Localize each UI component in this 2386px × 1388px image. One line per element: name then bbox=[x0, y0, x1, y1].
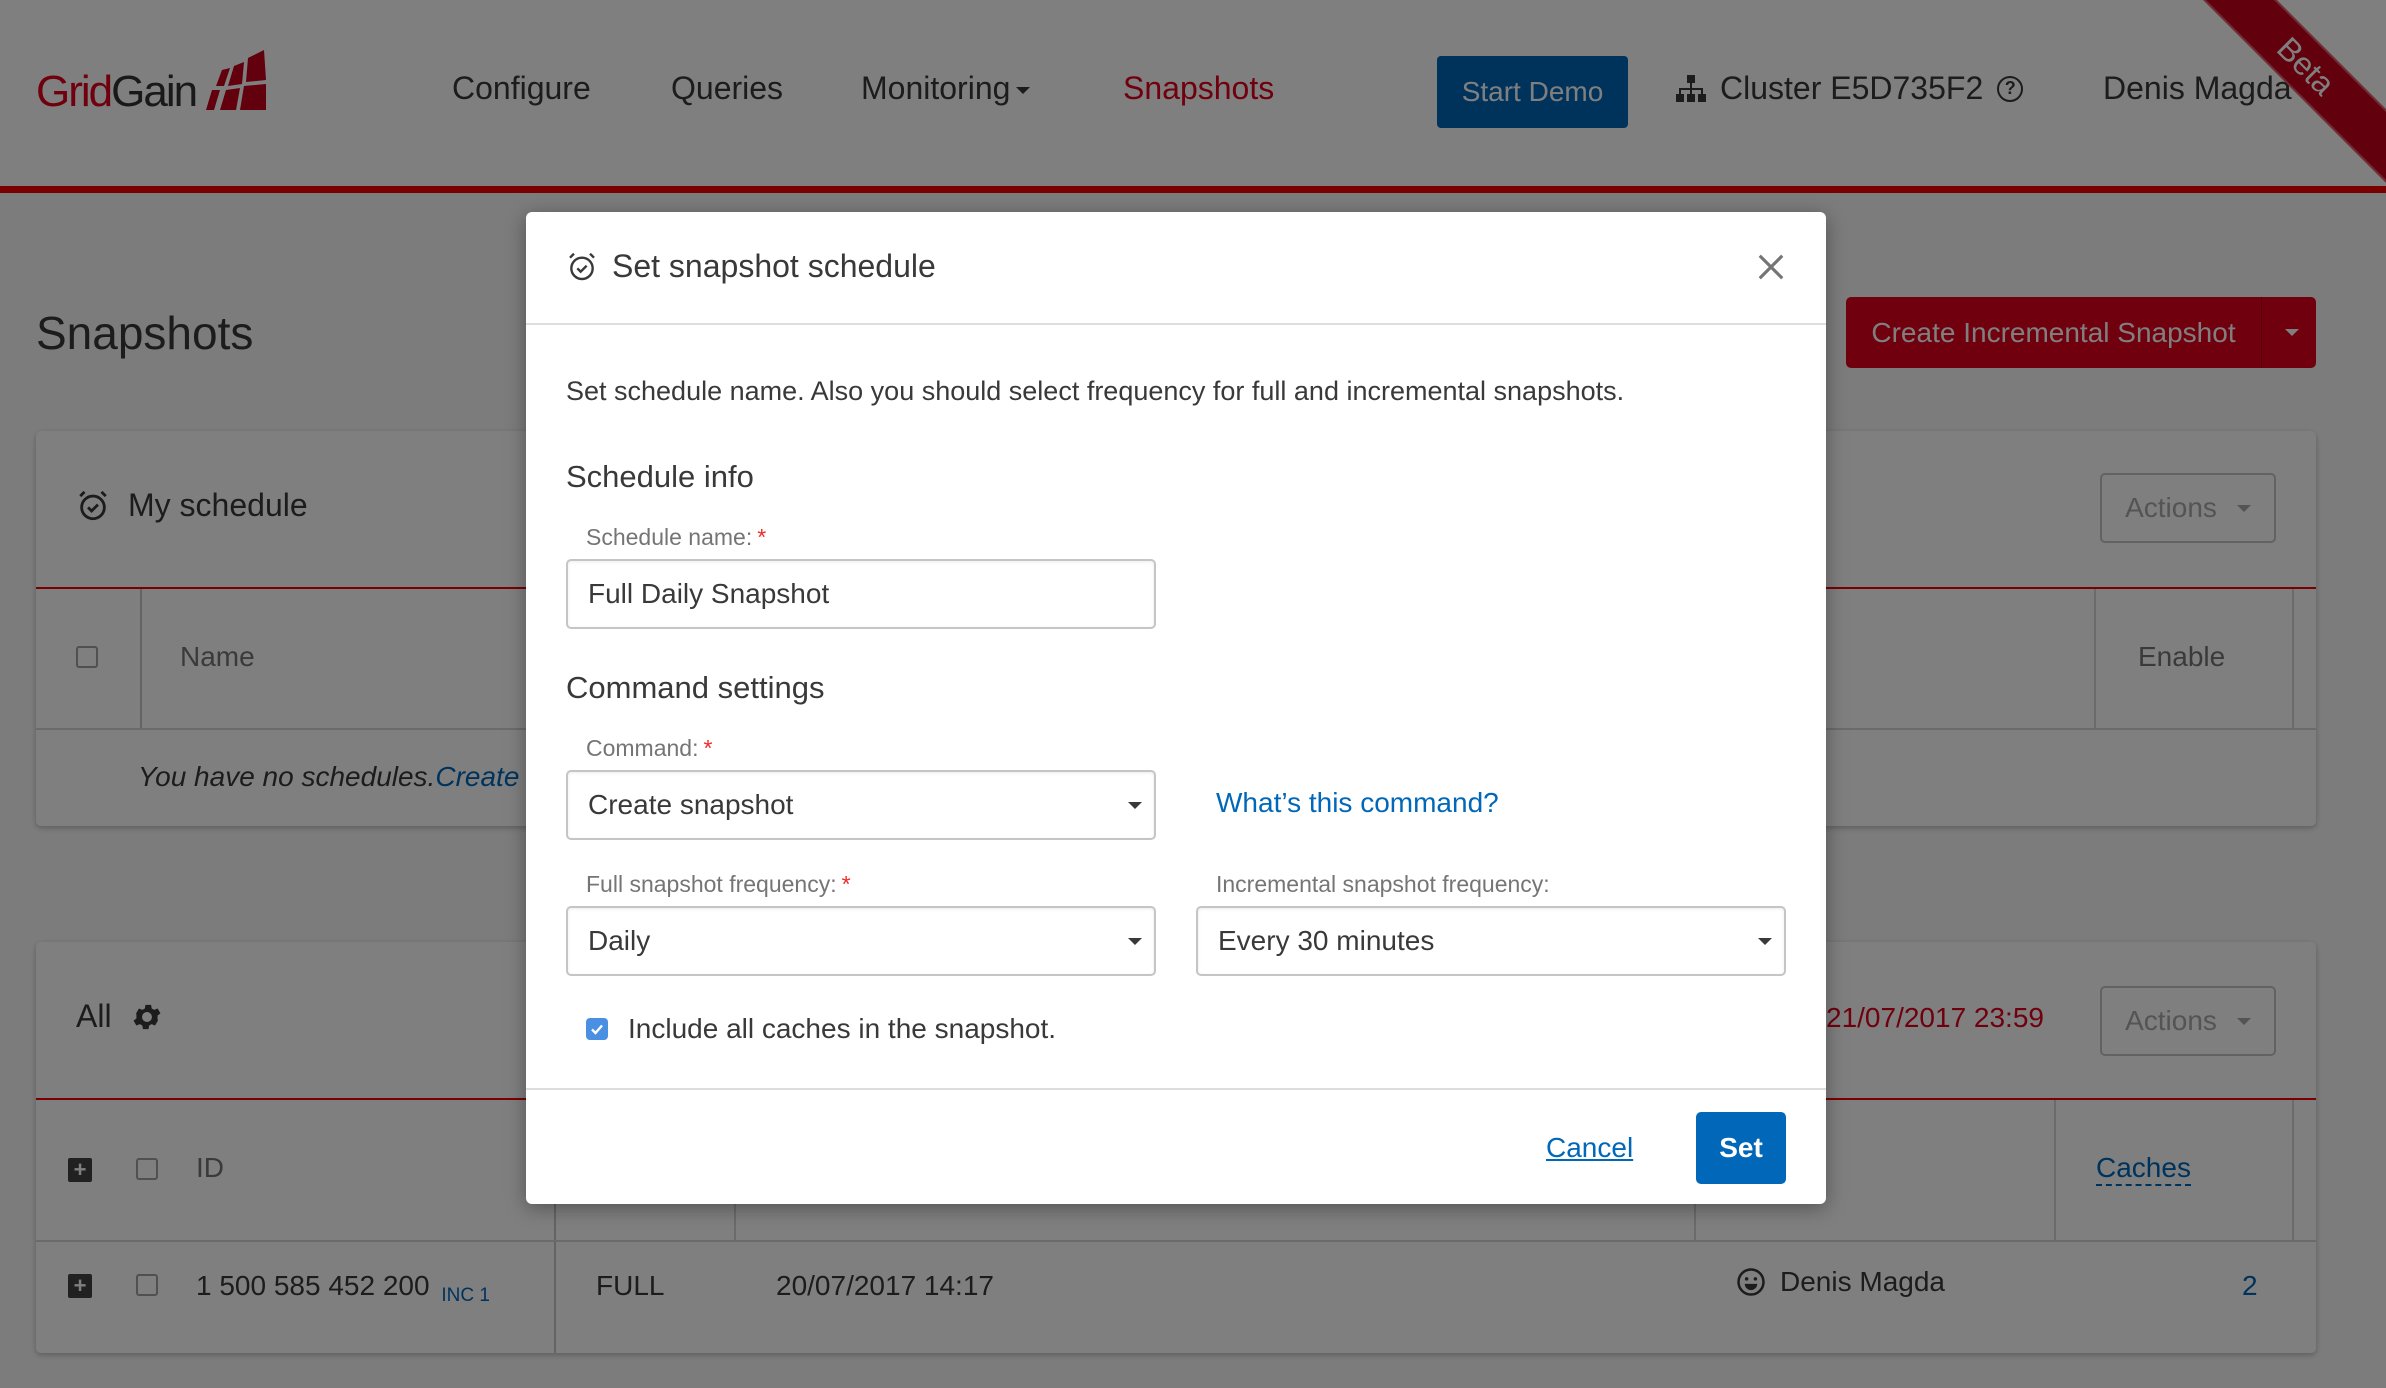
incremental-frequency-value: Every 30 minutes bbox=[1218, 925, 1435, 956]
modal-title: Set snapshot schedule bbox=[566, 248, 936, 285]
whats-this-command-link[interactable]: What’s this command? bbox=[1216, 787, 1499, 819]
chevron-down-icon bbox=[1128, 938, 1142, 945]
full-frequency-select[interactable]: Daily bbox=[566, 906, 1156, 976]
command-select-value: Create snapshot bbox=[588, 789, 794, 820]
required-mark: * bbox=[757, 524, 767, 550]
checkmark-icon bbox=[591, 1024, 603, 1035]
set-button[interactable]: Set bbox=[1696, 1112, 1786, 1184]
schedule-name-label-text: Schedule name: bbox=[586, 524, 753, 550]
command-label-text: Command: bbox=[586, 735, 699, 761]
full-frequency-label-text: Full snapshot frequency: bbox=[586, 871, 837, 897]
modal-description: Set schedule name. Also you should selec… bbox=[566, 376, 1625, 406]
include-all-caches-option[interactable]: Include all caches in the snapshot. bbox=[586, 1013, 1056, 1045]
set-snapshot-schedule-dialog: Set snapshot schedule Set schedule name.… bbox=[526, 212, 1826, 1204]
chevron-down-icon bbox=[1758, 938, 1772, 945]
modal-title-text: Set snapshot schedule bbox=[612, 248, 936, 284]
include-all-caches-label: Include all caches in the snapshot. bbox=[628, 1013, 1057, 1044]
section-command-settings: Command settings bbox=[566, 670, 825, 705]
modal-footer-divider bbox=[526, 1088, 1826, 1090]
chevron-down-icon bbox=[1128, 802, 1142, 809]
command-label: Command: * bbox=[586, 735, 712, 762]
include-all-caches-checkbox[interactable] bbox=[586, 1018, 608, 1040]
close-icon[interactable] bbox=[1756, 252, 1786, 282]
section-schedule-info: Schedule info bbox=[566, 459, 754, 494]
alarm-clock-icon bbox=[569, 252, 595, 280]
schedule-name-label: Schedule name: * bbox=[586, 524, 766, 551]
full-frequency-label: Full snapshot frequency: * bbox=[586, 871, 851, 898]
cancel-button[interactable]: Cancel bbox=[1546, 1132, 1633, 1164]
incremental-frequency-label: Incremental snapshot frequency: bbox=[1216, 871, 1550, 897]
incremental-frequency-select[interactable]: Every 30 minutes bbox=[1196, 906, 1786, 976]
schedule-name-input[interactable]: Full Daily Snapshot bbox=[566, 559, 1156, 629]
required-mark: * bbox=[841, 871, 851, 897]
command-select[interactable]: Create snapshot bbox=[566, 770, 1156, 840]
full-frequency-value: Daily bbox=[588, 925, 651, 956]
modal-header: Set snapshot schedule bbox=[526, 212, 1826, 325]
required-mark: * bbox=[703, 735, 713, 761]
